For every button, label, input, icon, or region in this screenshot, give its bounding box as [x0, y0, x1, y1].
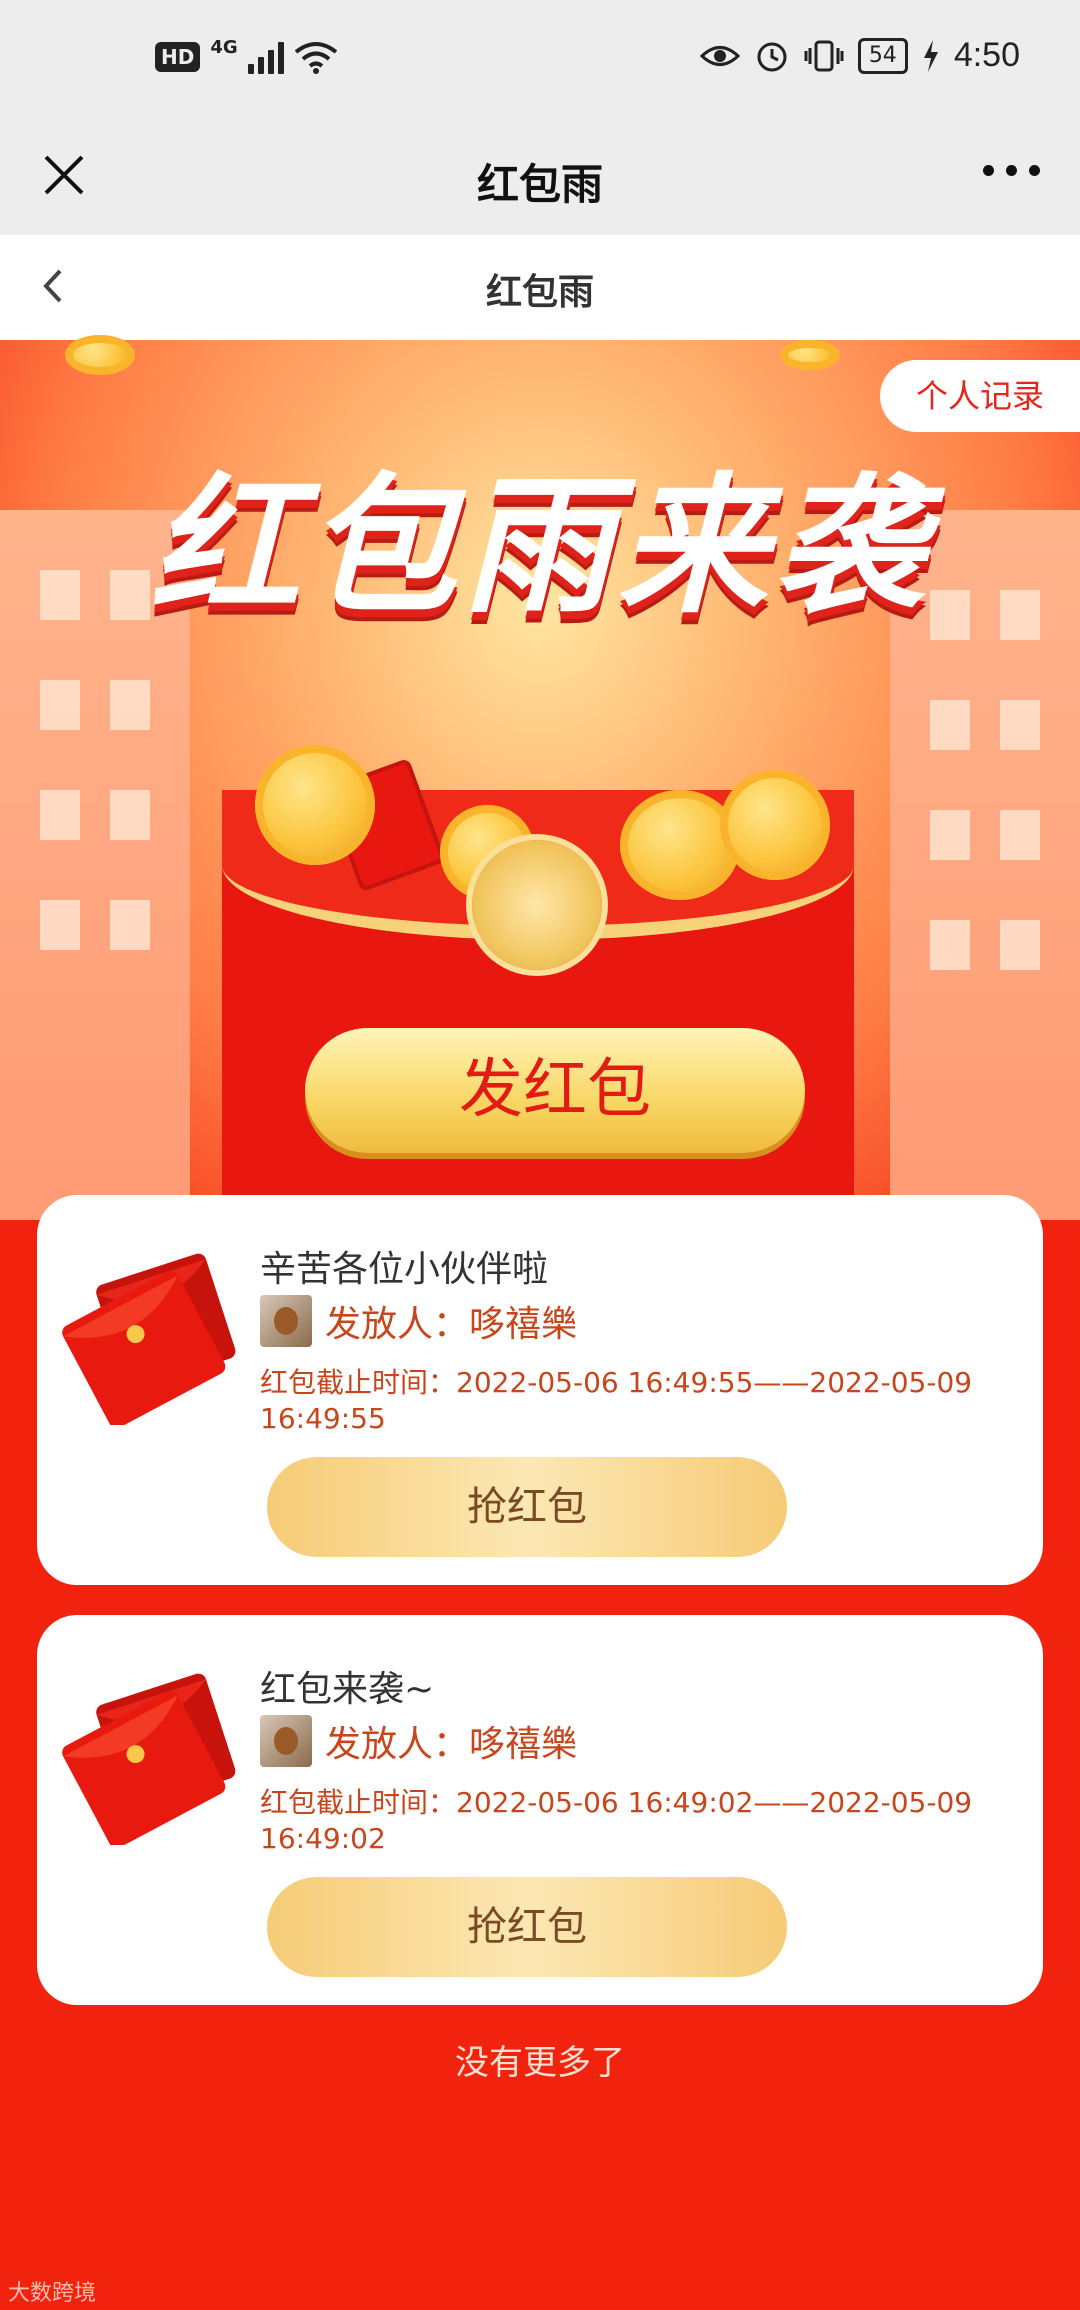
network-type: 4G: [210, 36, 238, 58]
wechat-nav-bar: 红包雨: [0, 125, 1080, 235]
status-bar: HD 4G 54 4:50: [0, 0, 1080, 125]
coin-icon: [255, 745, 375, 865]
status-left: HD 4G: [155, 36, 338, 74]
sender-label: 发放人：: [325, 1304, 470, 1345]
card-title: 红包来袭~: [260, 1669, 435, 1710]
eye-icon: [699, 45, 740, 66]
red-packet-card: 红包来袭~ 发放人：哆禧樂 红包截止时间：2022-05-06 16:49:02…: [37, 1615, 1043, 2005]
status-right: 54 4:50: [699, 36, 1020, 75]
charging-icon: [923, 39, 938, 72]
card-title: 辛苦各位小伙伴啦: [260, 1249, 549, 1290]
hero-title: 红包雨来袭: [149, 460, 930, 634]
red-envelope-icon: [62, 1673, 236, 1845]
more-icon[interactable]: [983, 165, 1040, 176]
envelope-seal: [472, 840, 602, 970]
sender-name: 哆禧樂: [469, 1724, 578, 1765]
send-red-packet-button[interactable]: 发红包: [305, 1028, 805, 1153]
avatar: [260, 1715, 312, 1767]
signal-icon: [247, 40, 284, 74]
hd-badge: HD: [155, 42, 201, 72]
sender-name: 哆禧樂: [469, 1304, 578, 1345]
wifi-icon: [294, 42, 337, 74]
coin-icon: [65, 335, 135, 375]
alarm-icon: [757, 42, 787, 71]
clock: 4:50: [953, 36, 1020, 74]
page-header: 红包雨: [0, 235, 1080, 340]
red-envelope-icon: [62, 1253, 236, 1425]
grab-red-packet-button[interactable]: 抢红包: [267, 1457, 787, 1557]
red-packet-card: 辛苦各位小伙伴啦 发放人：哆禧樂 红包截止时间：2022-05-06 16:49…: [37, 1195, 1043, 1585]
vibrate-icon: [804, 40, 844, 71]
wechat-title: 红包雨: [476, 160, 603, 209]
page-title: 红包雨: [485, 272, 594, 313]
grab-red-packet-button[interactable]: 抢红包: [267, 1877, 787, 1977]
personal-record-button[interactable]: 个人记录: [880, 360, 1080, 432]
deadline-text: 红包截止时间：2022-05-06 16:49:55——2022-05-09 1…: [260, 1366, 973, 1435]
sender-info: 发放人：哆禧樂: [325, 1715, 577, 1767]
sender-info: 发放人：哆禧樂: [325, 1295, 577, 1347]
sender-label: 发放人：: [325, 1724, 470, 1765]
coin-icon: [780, 340, 840, 370]
deadline-text: 红包截止时间：2022-05-06 16:49:02——2022-05-09 1…: [260, 1786, 973, 1855]
no-more-text: 没有更多了: [455, 2043, 625, 2083]
coin-icon: [720, 770, 830, 880]
battery-level: 54: [857, 37, 908, 74]
avatar: [260, 1295, 312, 1347]
watermark: 大数跨境: [8, 2281, 97, 2306]
